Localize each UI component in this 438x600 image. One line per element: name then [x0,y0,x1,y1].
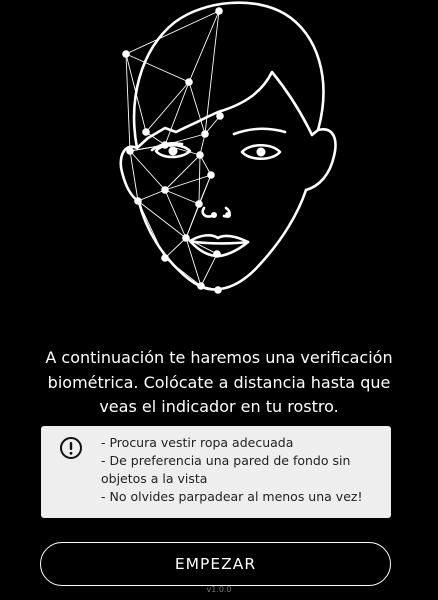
tip-item: - No olvides parpadear al menos una vez! [101,489,363,504]
alert-circle-icon [60,437,82,459]
instructions-text: A continuación te haremos una verificaci… [45,348,393,416]
version-label: v1.0.0 [206,585,232,594]
tips-list: - Procura vestir ropa adecuada - De pref… [101,434,371,506]
face-mesh-icon [119,1,337,294]
start-button[interactable]: EMPEZAR [40,542,391,586]
tips-panel: - Procura vestir ropa adecuada - De pref… [41,426,391,518]
tip-item: - Procura vestir ropa adecuada [101,435,294,450]
tip-item: - De preferencia una pared de fondo sin … [101,453,351,486]
